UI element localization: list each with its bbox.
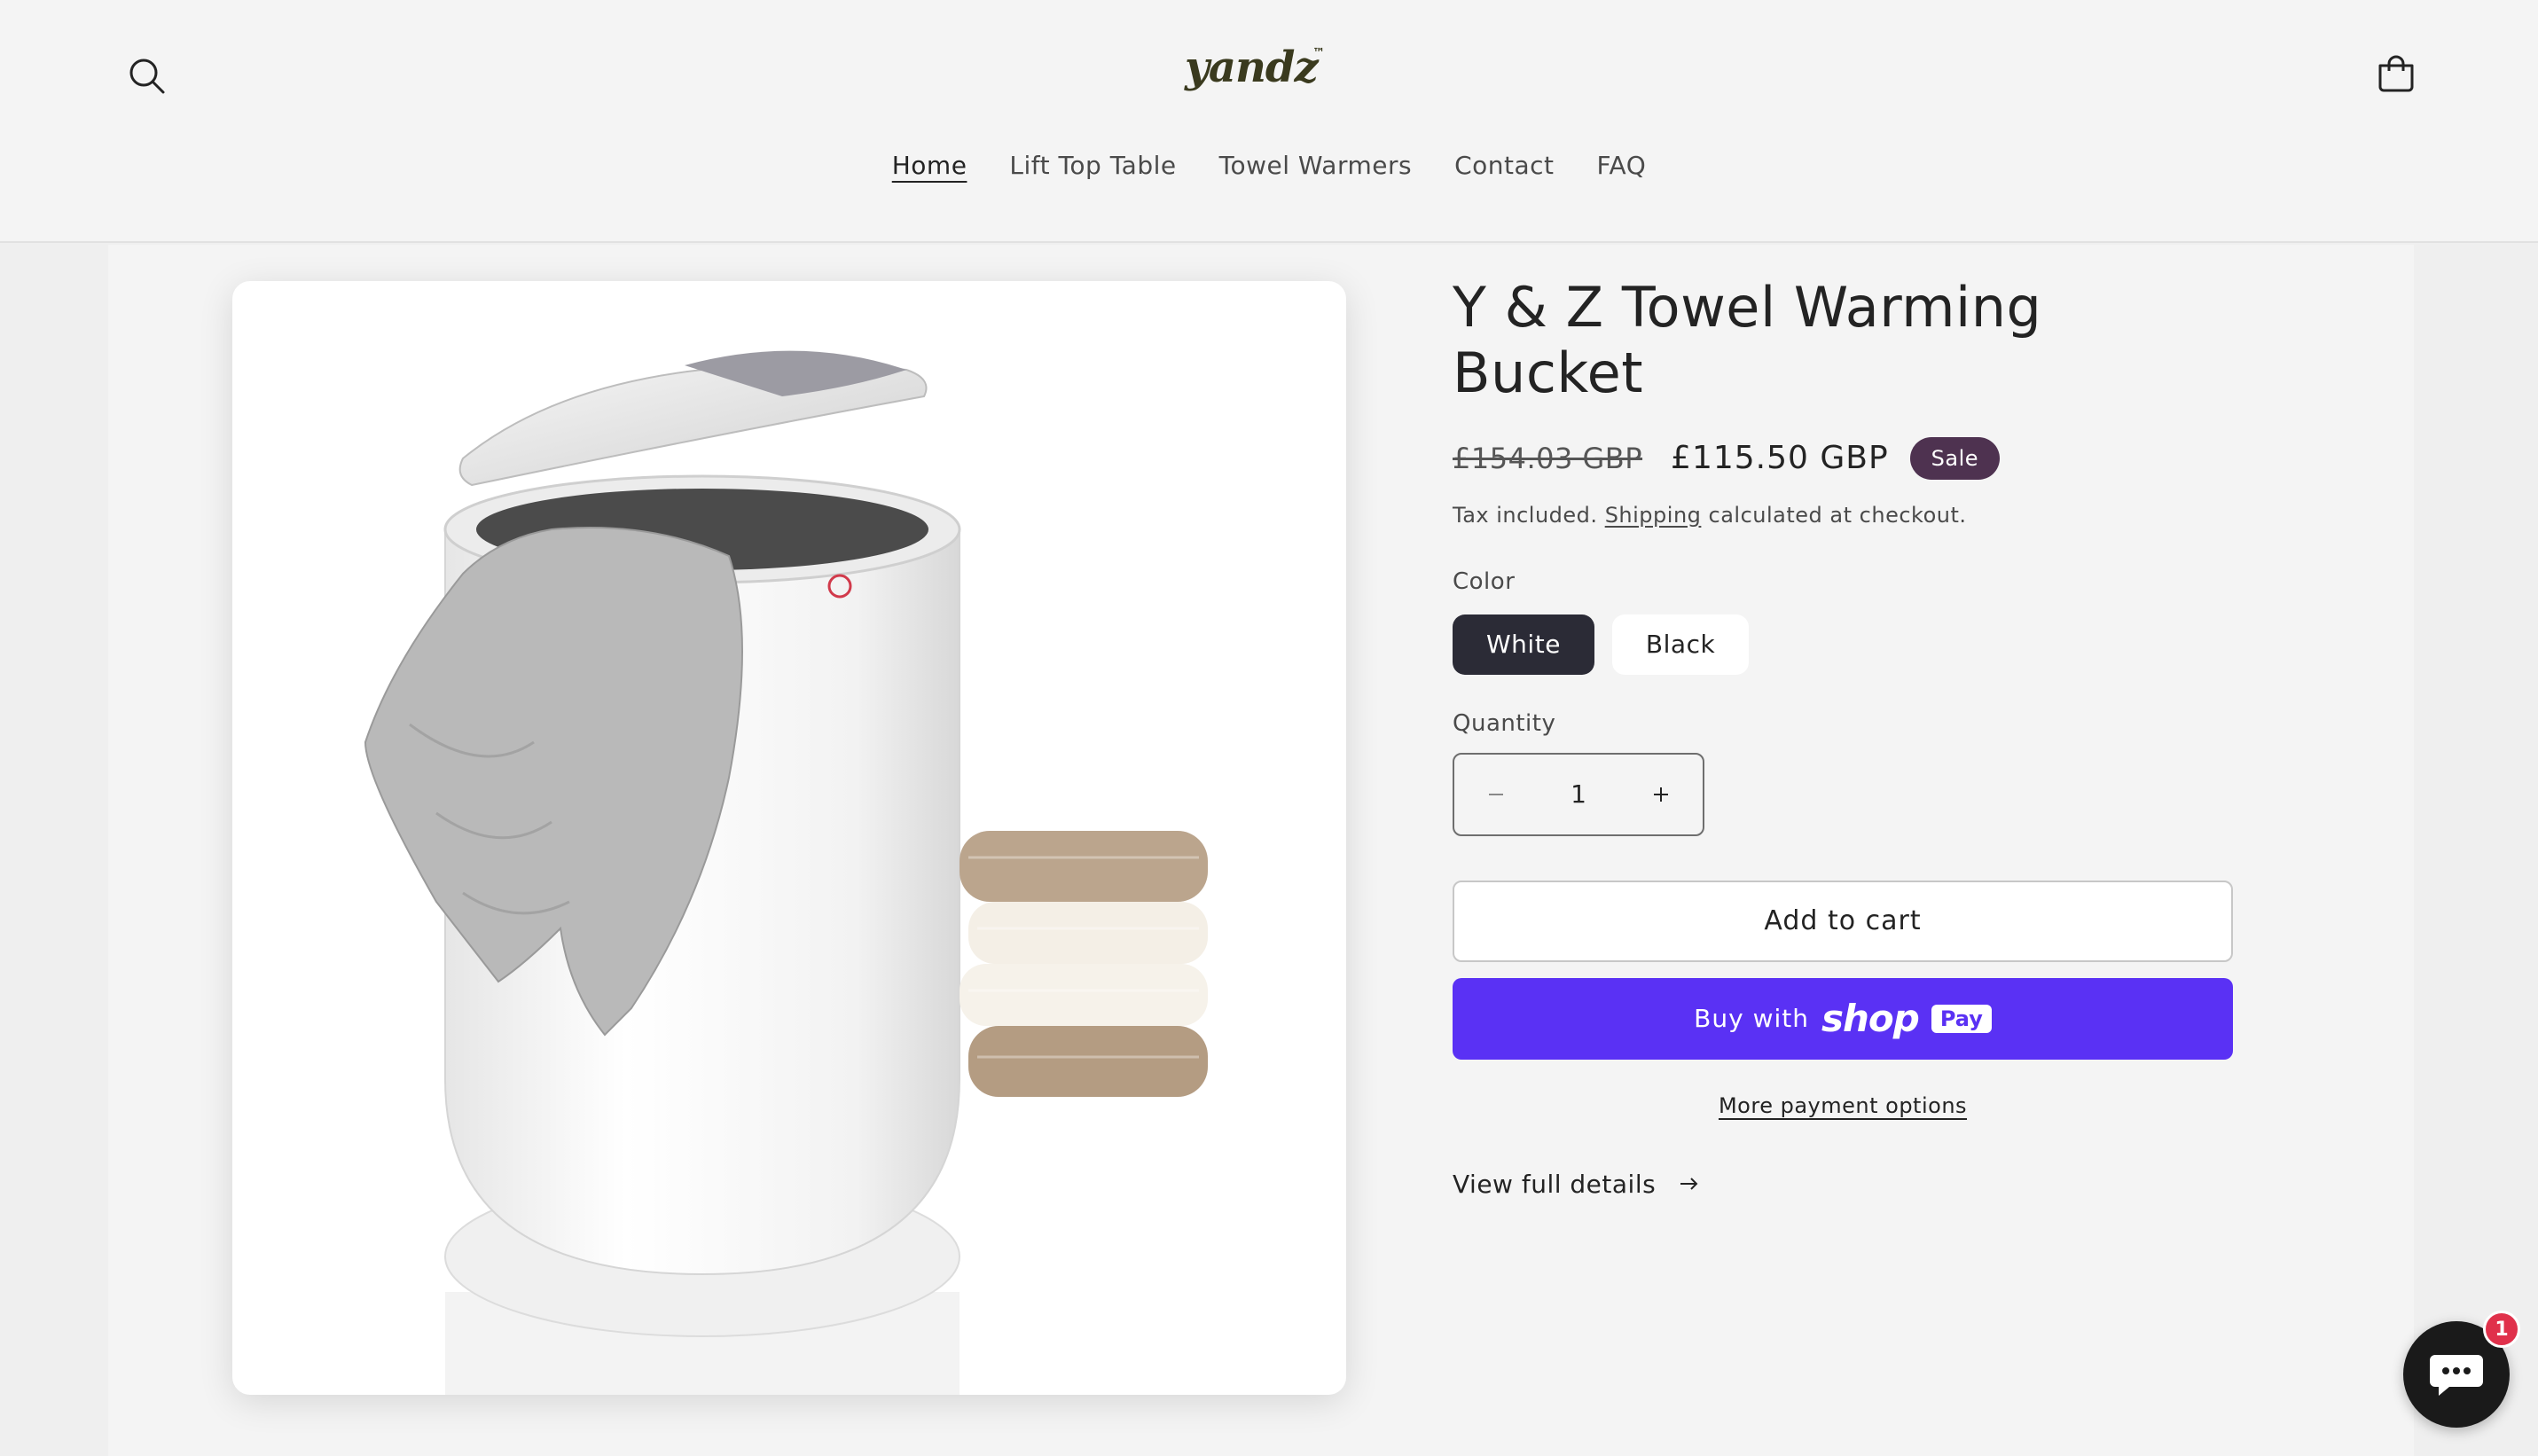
site-header: yandz ™ Home Lift Top Table Towel Warmer… [0,0,2538,243]
nav-item-home[interactable]: Home [892,151,967,180]
shop-pay-logo: shop [1821,997,1920,1041]
color-options: White Black [1453,614,2233,675]
nav-item-faq[interactable]: FAQ [1597,151,1647,180]
chat-icon [2430,1355,2483,1396]
product-info: Y & Z Towel Warming Bucket £154.03 GBP £… [1453,275,2233,1199]
nav-item-contact[interactable]: Contact [1454,151,1554,180]
view-full-details-label: View full details [1453,1169,1657,1199]
view-full-details-link[interactable]: View full details [1453,1170,2233,1199]
add-to-cart-button[interactable]: Add to cart [1453,880,2233,962]
shipping-link[interactable]: Shipping [1605,503,1702,528]
more-payment-options-link[interactable]: More payment options [1453,1093,2233,1118]
quantity-stepper: 1 [1453,752,1704,836]
plus-icon [1654,787,1668,802]
product-title: Y & Z Towel Warming Bucket [1453,275,2042,406]
tax-suffix: calculated at checkout. [1708,502,1967,528]
increase-quantity-button[interactable] [1619,755,1703,834]
decrease-quantity-button[interactable] [1454,755,1538,834]
main-nav: Home Lift Top Table Towel Warmers Contac… [0,151,2538,180]
nav-item-towel-warmers[interactable]: Towel Warmers [1219,151,1412,180]
product-image[interactable] [232,281,1346,1395]
arrow-right-icon [1680,1178,1698,1190]
logo-trademark: ™ [1312,46,1325,60]
chat-notification-badge: 1 [2483,1311,2520,1348]
color-option-black[interactable]: Black [1611,614,1750,675]
quantity-input[interactable]: 1 [1543,779,1614,809]
tax-prefix: Tax included. [1453,502,1598,528]
cart-button[interactable] [2373,51,2419,98]
search-icon [129,59,165,94]
price-row: £154.03 GBP £115.50 GBP Sale [1453,434,2233,483]
site-logo[interactable]: yandz ™ [1185,43,1336,105]
towel-warmer-illustration [364,350,1208,1395]
logo-text: yandz [1185,43,1319,92]
sale-badge: Sale [1909,436,2001,480]
color-label: Color [1453,568,1516,595]
minus-icon [1489,793,1503,795]
nav-item-lift-top-table[interactable]: Lift Top Table [1009,151,1176,180]
sale-price: £115.50 GBP [1671,440,1889,477]
tax-note: Tax included. Shipping calculated at che… [1453,503,2233,528]
shop-pay-badge: Pay [1931,1004,1992,1033]
regular-price: £154.03 GBP [1453,441,1643,475]
cart-icon [2378,55,2414,92]
color-option-white[interactable]: White [1453,614,1594,675]
shop-pay-button[interactable]: Buy with shop Pay [1453,977,2233,1060]
quantity-label: Quantity [1453,709,1556,737]
search-button[interactable] [124,53,170,99]
shop-pay-buy-label: Buy with [1694,1004,1809,1034]
